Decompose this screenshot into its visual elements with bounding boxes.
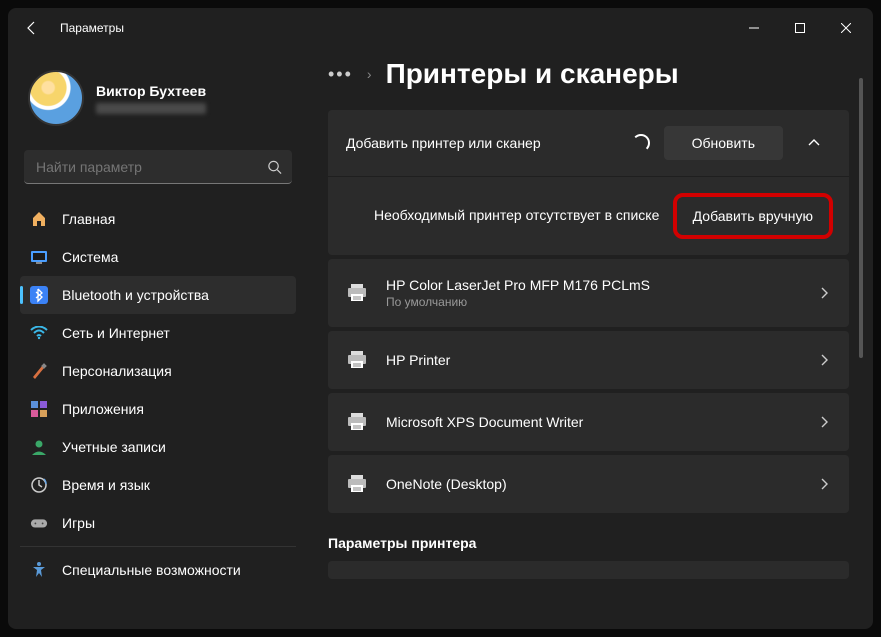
nav-list: Главная Система Bluetooth и устройства С… <box>20 200 296 589</box>
sidebar-item-label: Приложения <box>62 401 144 417</box>
profile-email <box>96 103 206 114</box>
settings-window: Параметры Виктор Бухтеев <box>8 8 873 629</box>
search-input[interactable] <box>24 150 292 184</box>
breadcrumb: ••• › Принтеры и сканеры <box>328 58 849 90</box>
sidebar-item-apps[interactable]: Приложения <box>20 390 296 428</box>
printer-list: HP Color LaserJet Pro MFP M176 PCLmS По у… <box>328 259 849 513</box>
printer-row[interactable]: OneNote (Desktop) <box>328 455 849 513</box>
sidebar-item-system[interactable]: Система <box>20 238 296 276</box>
bluetooth-icon <box>30 286 48 304</box>
titlebar: Параметры <box>8 8 873 48</box>
nav-divider <box>20 546 296 547</box>
sidebar-item-accessibility[interactable]: Специальные возможности <box>20 551 296 589</box>
scrollbar[interactable] <box>859 78 863 617</box>
printer-name: HP Printer <box>386 352 801 368</box>
sidebar-item-label: Время и язык <box>62 477 150 493</box>
printer-info: HP Color LaserJet Pro MFP M176 PCLmS По у… <box>386 277 801 309</box>
printer-settings-card[interactable] <box>328 561 849 579</box>
chevron-right-icon <box>819 416 831 428</box>
printer-info: HP Printer <box>386 352 801 368</box>
refresh-button[interactable]: Обновить <box>664 126 783 160</box>
home-icon <box>30 210 48 228</box>
apps-icon <box>30 400 48 418</box>
maximize-button[interactable] <box>777 12 823 44</box>
chevron-right-icon <box>819 287 831 299</box>
printer-row[interactable]: Microsoft XPS Document Writer <box>328 393 849 451</box>
sidebar-item-label: Главная <box>62 211 115 227</box>
missing-printer-row: Необходимый принтер отсутствует в списке… <box>328 176 849 255</box>
printer-icon <box>346 349 368 371</box>
content: Виктор Бухтеев Главная Система <box>8 48 873 629</box>
spinner-icon <box>632 134 650 152</box>
main-panel: ••• › Принтеры и сканеры Добавить принте… <box>308 48 873 629</box>
printer-icon <box>346 473 368 495</box>
minimize-button[interactable] <box>731 12 777 44</box>
scrollbar-thumb[interactable] <box>859 78 863 358</box>
collapse-button[interactable] <box>797 126 831 160</box>
add-device-row: Добавить принтер или сканер Обновить <box>328 110 849 176</box>
search-icon <box>267 160 282 175</box>
close-button[interactable] <box>823 12 869 44</box>
page-title: Принтеры и сканеры <box>386 58 679 90</box>
missing-printer-text: Необходимый принтер отсутствует в списке <box>374 206 673 226</box>
printer-icon <box>346 411 368 433</box>
avatar <box>28 70 84 126</box>
printer-row[interactable]: HP Color LaserJet Pro MFP M176 PCLmS По у… <box>328 259 849 327</box>
printer-subtitle: По умолчанию <box>386 295 801 309</box>
sidebar-item-label: Учетные записи <box>62 439 166 455</box>
printer-name: OneNote (Desktop) <box>386 476 801 492</box>
sidebar: Виктор Бухтеев Главная Система <box>8 48 308 629</box>
chevron-right-icon: › <box>367 66 372 82</box>
sidebar-item-bluetooth[interactable]: Bluetooth и устройства <box>20 276 296 314</box>
system-icon <box>30 248 48 266</box>
window-title: Параметры <box>60 21 124 35</box>
sidebar-item-network[interactable]: Сеть и Интернет <box>20 314 296 352</box>
profile[interactable]: Виктор Бухтеев <box>20 60 296 144</box>
sidebar-item-home[interactable]: Главная <box>20 200 296 238</box>
chevron-right-icon <box>819 478 831 490</box>
window-controls <box>731 12 869 44</box>
sidebar-item-label: Специальные возможности <box>62 562 241 578</box>
chevron-right-icon <box>819 354 831 366</box>
add-device-card: Добавить принтер или сканер Обновить Нео… <box>328 110 849 255</box>
sidebar-item-label: Bluetooth и устройства <box>62 287 209 303</box>
add-manually-button[interactable]: Добавить вручную <box>673 193 833 239</box>
sidebar-item-label: Система <box>62 249 118 265</box>
sidebar-item-personalization[interactable]: Персонализация <box>20 352 296 390</box>
account-icon <box>30 438 48 456</box>
sidebar-item-label: Сеть и Интернет <box>62 325 170 341</box>
time-icon <box>30 476 48 494</box>
breadcrumb-more-icon[interactable]: ••• <box>328 64 353 85</box>
printer-name: Microsoft XPS Document Writer <box>386 414 801 430</box>
sidebar-item-accounts[interactable]: Учетные записи <box>20 428 296 466</box>
printer-name: HP Color LaserJet Pro MFP M176 PCLmS <box>386 277 801 293</box>
back-button[interactable] <box>12 8 52 48</box>
printer-row[interactable]: HP Printer <box>328 331 849 389</box>
sidebar-item-gaming[interactable]: Игры <box>20 504 296 542</box>
wifi-icon <box>30 324 48 342</box>
printer-info: Microsoft XPS Document Writer <box>386 414 801 430</box>
add-device-label: Добавить принтер или сканер <box>346 135 618 151</box>
game-icon <box>30 514 48 532</box>
sidebar-item-label: Игры <box>62 515 95 531</box>
printer-info: OneNote (Desktop) <box>386 476 801 492</box>
sidebar-item-time[interactable]: Время и язык <box>20 466 296 504</box>
brush-icon <box>30 362 48 380</box>
profile-name: Виктор Бухтеев <box>96 83 206 99</box>
printer-icon <box>346 282 368 304</box>
search-box <box>24 150 292 184</box>
sidebar-item-label: Персонализация <box>62 363 172 379</box>
printer-settings-heading: Параметры принтера <box>328 535 849 551</box>
access-icon <box>30 561 48 579</box>
